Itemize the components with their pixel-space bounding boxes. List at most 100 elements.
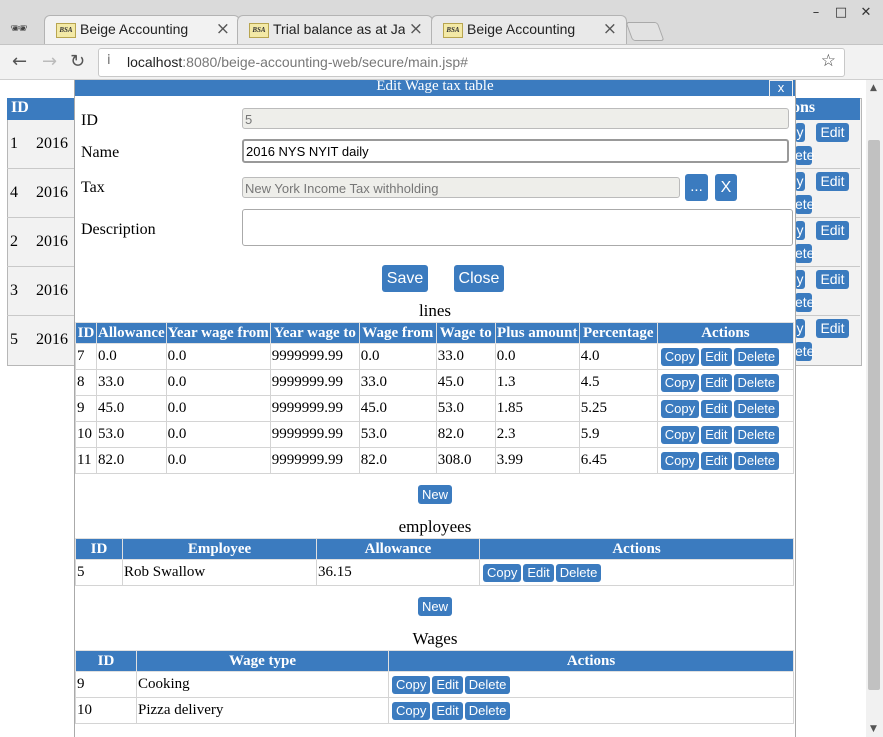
edit-button[interactable]: Edit <box>701 451 732 470</box>
cell: 53.0 <box>96 421 167 448</box>
background-edit-button[interactable]: Edit <box>816 319 849 338</box>
info-icon[interactable]: i <box>107 53 111 68</box>
address-bar[interactable]: i localhost:8080/beige-accounting-web/se… <box>98 48 845 77</box>
cell: 4.0 <box>578 343 658 370</box>
description-textarea[interactable] <box>242 209 793 246</box>
delete-button[interactable]: Delete <box>555 563 602 582</box>
background-delete-button[interactable]: ete <box>795 146 814 165</box>
actions-cell: Copy Edit Delete <box>656 343 795 370</box>
page-scrollbar[interactable]: ▲ ▼ <box>866 80 883 737</box>
close-tab-icon[interactable]: × <box>216 19 230 39</box>
id-field: 5 <box>242 108 789 129</box>
cell: 1.85 <box>494 395 580 422</box>
forward-icon[interactable]: → <box>42 51 57 72</box>
delete-button[interactable]: Delete <box>733 347 780 366</box>
edit-button[interactable]: Edit <box>701 347 732 366</box>
background-copy-button[interactable]: y <box>795 270 805 289</box>
close-window-icon[interactable]: ✕ <box>858 6 874 20</box>
wages-header-wage-type: Wage type <box>136 650 389 672</box>
scrollbar-thumb[interactable] <box>868 140 880 690</box>
delete-button[interactable]: Delete <box>733 399 780 418</box>
cell: 10 <box>75 421 97 448</box>
background-delete-button[interactable]: ete <box>795 293 814 312</box>
cell: 45.0 <box>96 395 167 422</box>
cell: 36.15 <box>316 559 480 586</box>
background-copy-button[interactable]: y <box>795 123 805 142</box>
table-row: 8 33.0 0.0 9999999.99 33.0 45.0 1.3 4.5 … <box>75 369 795 396</box>
copy-button[interactable]: Copy <box>660 451 700 470</box>
cell: 0.0 <box>165 343 271 370</box>
minimize-icon[interactable]: – <box>808 6 824 20</box>
actions-cell: Copy Edit Delete <box>656 421 795 448</box>
dialog-close-x-button[interactable]: x <box>769 80 793 97</box>
copy-button[interactable]: Copy <box>660 347 700 366</box>
employees-new-button[interactable]: New <box>418 597 452 616</box>
delete-button[interactable]: Delete <box>733 451 780 470</box>
background-delete-button[interactable]: ete <box>795 342 814 361</box>
copy-button[interactable]: Copy <box>660 373 700 392</box>
edit-button[interactable]: Edit <box>701 399 732 418</box>
copy-button[interactable]: Copy <box>483 563 522 582</box>
background-edit-button[interactable]: Edit <box>816 172 849 191</box>
tax-clear-button[interactable]: X <box>715 174 737 201</box>
table-row: 9 Cooking Copy Edit Delete <box>75 671 794 698</box>
employees-header-allowance: Allowance <box>316 538 480 560</box>
edit-button[interactable]: Edit <box>701 425 732 444</box>
copy-button[interactable]: Copy <box>660 399 700 418</box>
background-edit-button[interactable]: Edit <box>816 270 849 289</box>
edit-button[interactable]: Edit <box>432 675 463 694</box>
cell: Pizza delivery <box>136 697 389 724</box>
background-delete-button[interactable]: ete <box>795 244 814 263</box>
table-row: 7 0.0 0.0 9999999.99 0.0 33.0 0.0 4.0 Co… <box>75 343 795 370</box>
close-button[interactable]: Close <box>454 265 504 292</box>
actions-cell: Copy Edit Delete <box>656 447 795 474</box>
lines-header-percentage: Percentage <box>578 322 658 344</box>
incognito-icon: 🕶 <box>10 21 28 37</box>
lines-new-button[interactable]: New <box>418 485 452 504</box>
cell: 9 <box>75 671 137 698</box>
close-tab-icon[interactable]: × <box>409 19 423 39</box>
close-tab-icon[interactable]: × <box>603 19 617 39</box>
cell: 308.0 <box>435 447 496 474</box>
back-icon[interactable]: ← <box>12 51 27 72</box>
cell: 5.9 <box>578 421 658 448</box>
cell: 53.0 <box>358 421 437 448</box>
cell: 0.0 <box>165 395 271 422</box>
cell: 2.3 <box>494 421 580 448</box>
tab-beige-accounting-2[interactable]: BSA Beige Accounting × <box>431 15 627 44</box>
new-tab-button[interactable] <box>625 22 665 41</box>
background-delete-button[interactable]: ete <box>795 195 814 214</box>
delete-button[interactable]: Delete <box>464 701 511 720</box>
background-copy-button[interactable]: y <box>795 172 805 191</box>
background-edit-button[interactable]: Edit <box>816 221 849 240</box>
edit-button[interactable]: Edit <box>523 563 554 582</box>
delete-button[interactable]: Delete <box>733 425 780 444</box>
bookmark-star-icon[interactable]: ☆ <box>821 51 836 71</box>
tab-trial-balance[interactable]: BSA Trial balance as at Jan × <box>237 15 433 44</box>
background-edit-button[interactable]: Edit <box>816 123 849 142</box>
name-field[interactable]: 2016 NYS NYIT daily <box>242 139 789 163</box>
reload-icon[interactable]: ↻ <box>70 51 85 72</box>
background-copy-button[interactable]: y <box>795 221 805 240</box>
lines-header-wage-to: Wage to <box>435 322 496 344</box>
copy-button[interactable]: Copy <box>660 425 700 444</box>
tax-field: New York Income Tax withholding <box>242 177 680 198</box>
tab-beige-accounting-1[interactable]: BSA Beige Accounting × <box>44 15 240 44</box>
copy-button[interactable]: Copy <box>392 701 431 720</box>
background-copy-button[interactable]: y <box>795 319 805 338</box>
background-header-id: ID <box>11 99 29 116</box>
wages-header-id: ID <box>75 650 137 672</box>
edit-button[interactable]: Edit <box>701 373 732 392</box>
edit-wage-tax-table-dialog: Edit Wage tax table x ID 5 Name 2016 NYS… <box>74 80 796 737</box>
tax-pick-button[interactable]: ... <box>685 174 708 201</box>
maximize-icon[interactable]: □ <box>833 6 849 20</box>
copy-button[interactable]: Copy <box>392 675 431 694</box>
delete-button[interactable]: Delete <box>464 675 511 694</box>
cell: 82.0 <box>358 447 437 474</box>
save-button[interactable]: Save <box>382 265 428 292</box>
employees-table: ID Employee Allowance Actions 5 Rob Swal… <box>75 538 794 586</box>
delete-button[interactable]: Delete <box>733 373 780 392</box>
edit-button[interactable]: Edit <box>432 701 463 720</box>
lines-header-id: ID <box>75 322 97 344</box>
lines-header-allowance: Allowance <box>96 322 167 344</box>
